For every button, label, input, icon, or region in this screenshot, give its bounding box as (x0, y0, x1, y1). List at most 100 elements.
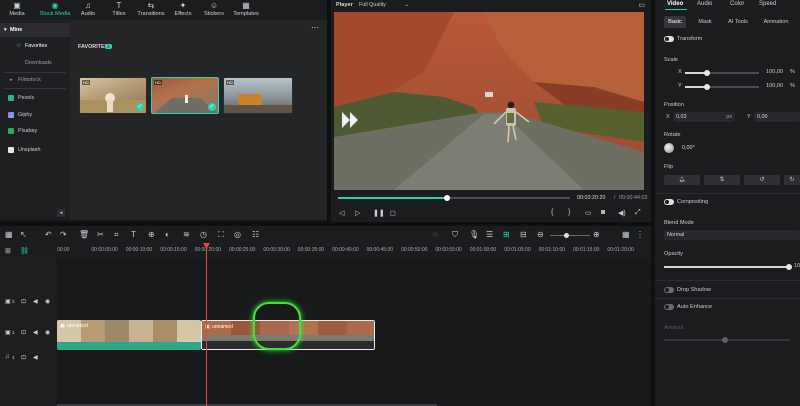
more-options-icon[interactable]: ⋯ (311, 23, 319, 32)
zoom-knob[interactable] (564, 233, 569, 238)
position-y-input[interactable]: 0,00 (754, 112, 800, 122)
redo-icon[interactable]: ↷ (60, 230, 67, 239)
collapse-sidebar-button[interactable]: ◂ (57, 209, 65, 217)
mark-out-icon[interactable]: } (568, 209, 570, 216)
link-icon[interactable]: ⛓ (20, 247, 29, 255)
scale-y-slider[interactable] (685, 84, 759, 90)
snap-icon[interactable]: ⊞ (503, 230, 510, 239)
subtab-ai-tools[interactable]: AI Tools (723, 16, 753, 28)
tab-audio[interactable]: ♫ Audio (77, 0, 99, 20)
previous-frame-icon[interactable]: ◁ (339, 209, 344, 217)
adjust-icon[interactable]: ☷ (252, 230, 259, 239)
lock-icon[interactable]: ⊡ (21, 298, 26, 305)
rotate-ccw-button[interactable]: ↺ (744, 175, 780, 185)
crop-icon[interactable]: ⌗ (114, 230, 119, 240)
rotate-input[interactable]: 0,00° (679, 143, 800, 153)
undo-icon[interactable]: ↶ (45, 230, 52, 239)
speed-icon[interactable]: ◷ (200, 230, 207, 239)
sidebar-item-favorites[interactable]: ☆ Favorites (0, 39, 70, 53)
sidebar-item-giphy[interactable]: Giphy (0, 108, 70, 122)
flip-horizontal-button[interactable]: ⧋ (664, 175, 700, 185)
more-options-icon[interactable]: ⋮ (636, 230, 644, 239)
camera-icon[interactable]: ◙ (601, 209, 605, 216)
tab-transitions[interactable]: ⇆ Transitions (136, 0, 166, 20)
playhead[interactable] (203, 243, 210, 406)
mask-icon[interactable]: ◎ (234, 230, 241, 239)
media-thumbnail-selected[interactable]: HD ✓ (151, 77, 219, 114)
tab-stickers[interactable]: ☺ Stickers (201, 0, 227, 20)
eye-icon[interactable]: ◉ (45, 298, 50, 305)
slider-knob[interactable] (786, 264, 792, 270)
opacity-value[interactable]: 10 (794, 263, 800, 269)
tab-audio[interactable]: Audio (697, 1, 712, 7)
split-icon[interactable]: ✂ (97, 230, 104, 239)
tab-color[interactable]: Color (730, 1, 744, 7)
delete-icon[interactable]: 🗑 (79, 230, 89, 239)
select-icon[interactable]: ▦ (5, 230, 13, 239)
seek-knob[interactable] (444, 195, 451, 201)
drop-shadow-toggle[interactable] (664, 287, 674, 293)
color-icon[interactable]: ◐ (165, 230, 170, 239)
volume-icon[interactable]: ◀) (618, 209, 626, 217)
panel-splitter[interactable] (327, 0, 331, 222)
slider-knob[interactable] (704, 84, 710, 90)
add-track-icon[interactable]: ⊞ (5, 247, 11, 255)
mic-icon[interactable]: 🎙 (469, 230, 479, 239)
lock-icon[interactable]: ⊡ (21, 329, 26, 336)
zoom-icon[interactable]: ⊕ (148, 230, 155, 239)
tab-stock-media[interactable]: ◉ Stock Media (38, 0, 72, 20)
transform-toggle[interactable] (664, 36, 674, 42)
opacity-slider[interactable] (664, 264, 792, 270)
panel-splitter[interactable] (0, 222, 651, 226)
fullscreen-icon[interactable]: ⤢ (635, 209, 641, 217)
position-x-input[interactable]: 0,03 px (673, 112, 735, 122)
video-preview[interactable] (334, 12, 644, 190)
zoom-in-icon[interactable]: ⊕ (593, 230, 600, 239)
panel-splitter[interactable] (651, 0, 655, 406)
mute-icon[interactable]: ◀ (33, 329, 38, 336)
video-clip[interactable]: ▣ unnamed (57, 320, 201, 350)
zoom-slider[interactable] (550, 233, 590, 238)
blend-mode-select[interactable]: Normal (664, 230, 800, 240)
media-thumbnail[interactable]: HD ✓ (79, 77, 147, 114)
sidebar-item-unsplash[interactable]: Unsplash (0, 143, 70, 157)
compositing-toggle[interactable] (664, 199, 674, 205)
rotate-dial[interactable] (664, 143, 674, 153)
sidebar-item-downloads[interactable]: Downloads (0, 56, 70, 70)
tab-templates[interactable]: ▦ Templates (231, 0, 261, 20)
rotate-cw-button[interactable]: ↻ (784, 175, 800, 185)
link-icon[interactable]: ⊟ (520, 230, 527, 239)
lock-icon[interactable]: ⊡ (21, 354, 26, 361)
fit-icon[interactable]: ⛶ (218, 230, 224, 240)
audio-icon[interactable]: ≋ (183, 230, 190, 239)
seek-bar[interactable] (338, 195, 570, 201)
tab-speed[interactable]: Speed (759, 1, 776, 7)
display-icon[interactable]: ▭ (585, 209, 592, 217)
next-frame-icon[interactable]: ▷ (355, 209, 360, 217)
sidebar-item-mine[interactable]: ▾ Mine (0, 23, 70, 37)
sidebar-item-pixabay[interactable]: Pixabay (0, 124, 70, 138)
mark-in-icon[interactable]: { (551, 209, 553, 216)
pause-icon[interactable]: ❚❚ (373, 209, 385, 217)
tab-effects[interactable]: ✦ Effects (172, 0, 194, 20)
grid-icon[interactable]: ▦ (622, 230, 630, 239)
scale-y-value[interactable]: 100,00 (766, 83, 783, 89)
slider-knob[interactable] (704, 70, 710, 76)
shield-icon[interactable]: ⛉ (452, 230, 458, 240)
subtab-animation[interactable]: Animation (758, 16, 794, 28)
render-icon[interactable]: ◌ (433, 230, 438, 239)
zoom-out-icon[interactable]: ⊖ (537, 230, 544, 239)
stop-icon[interactable]: ◻ (390, 209, 396, 217)
media-thumbnail[interactable]: HD (223, 77, 293, 114)
flip-vertical-button[interactable]: ⇅ (704, 175, 740, 185)
snapshot-icon[interactable]: ▭ (638, 1, 645, 9)
quality-select[interactable]: Full Quality ⌄ (359, 1, 409, 10)
scale-x-value[interactable]: 100,00 (766, 69, 783, 75)
subtab-basic[interactable]: Basic (664, 16, 686, 28)
tab-media[interactable]: ▣ Media (5, 0, 29, 20)
timeline-ruler[interactable]: ⊞ ⛓ 00:00 00:00:05:00 00:00:10:00 00:00:15:… (0, 244, 651, 258)
tab-video[interactable]: Video (667, 1, 683, 7)
auto-enhance-toggle[interactable] (664, 304, 674, 310)
sidebar-item-filmstock[interactable]: ▸ Filmstock (0, 73, 70, 87)
scale-x-slider[interactable] (685, 70, 759, 76)
